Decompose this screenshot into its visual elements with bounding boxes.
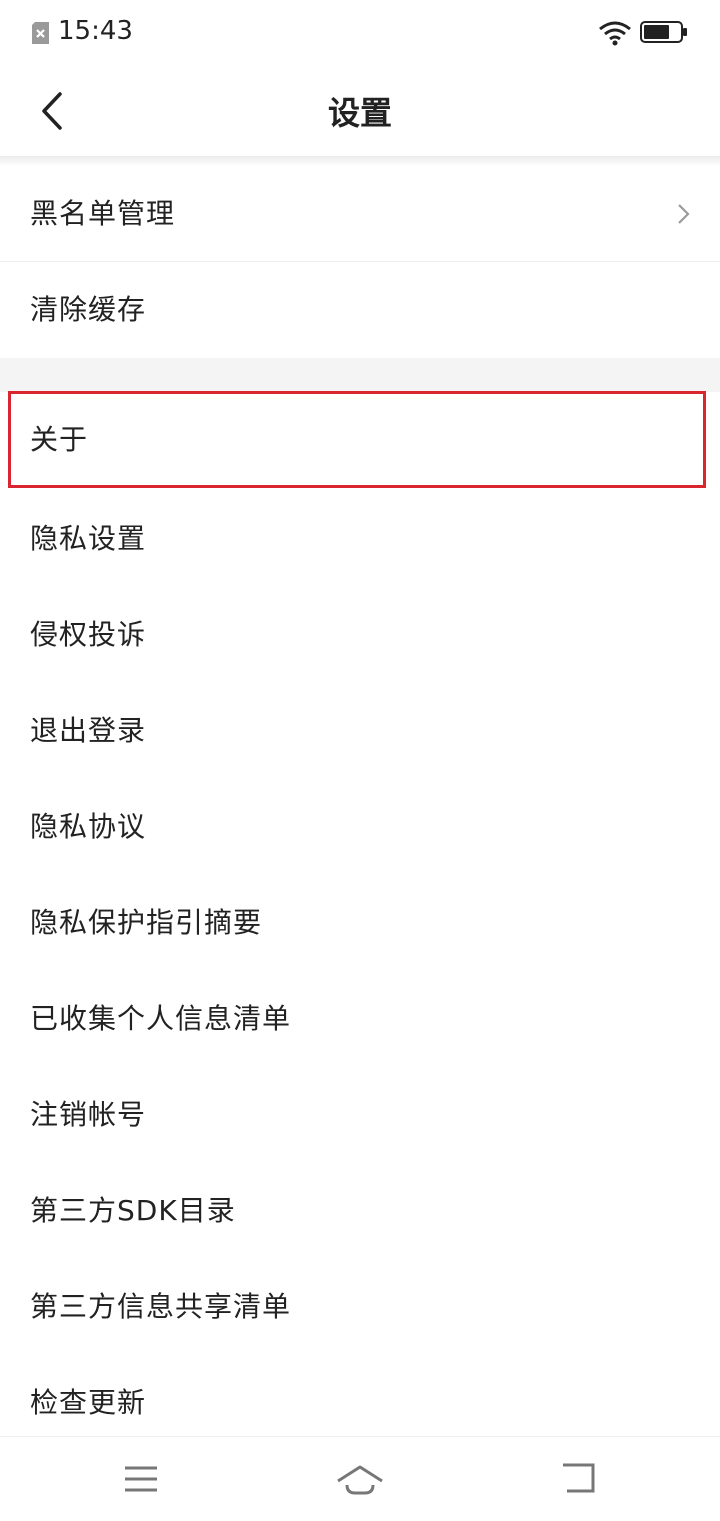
settings-item-label: 关于 [30,423,89,456]
system-nav-bar [0,1436,720,1521]
home-button[interactable] [325,1451,395,1507]
status-bar: 15:43 [0,0,720,66]
menu-button[interactable] [106,1451,176,1507]
settings-item-collected-info-list[interactable]: 已收集个人信息清单 [0,971,720,1067]
settings-item-third-party-sdk[interactable]: 第三方SDK目录 [0,1163,720,1259]
settings-item-about[interactable]: 关于 [0,392,720,488]
settings-item-label: 隐私协议 [30,810,147,843]
chevron-right-icon [678,204,690,224]
settings-item-privacy-agreement[interactable]: 隐私协议 [0,779,720,875]
settings-item-check-update[interactable]: 检查更新 [0,1355,720,1437]
settings-item-infringement-complaint[interactable]: 侵权投诉 [0,587,720,683]
settings-item-label: 隐私保护指引摘要 [30,906,263,939]
header: 设置 [0,66,720,156]
battery-icon [640,21,687,43]
page-title: 设置 [327,94,392,132]
settings-item-label: 第三方SDK目录 [30,1194,236,1227]
settings-item-label: 注销帐号 [30,1098,147,1131]
back-nav-icon [563,1463,595,1493]
settings-item-privacy-guide-summary[interactable]: 隐私保护指引摘要 [0,875,720,971]
settings-item-label: 清除缓存 [30,293,147,326]
settings-item-third-party-sharing[interactable]: 第三方信息共享清单 [0,1259,720,1355]
sim-error-icon [32,22,49,44]
back-nav-button[interactable] [545,1451,615,1507]
home-icon [337,1465,383,1495]
wifi-icon [599,21,631,46]
settings-item-clear-cache[interactable]: 清除缓存 [0,262,720,358]
settings-item-logout[interactable]: 退出登录 [0,683,720,779]
settings-item-privacy-settings[interactable]: 隐私设置 [0,491,720,587]
settings-item-cancel-account[interactable]: 注销帐号 [0,1067,720,1163]
settings-item-label: 退出登录 [30,714,147,747]
header-divider [0,156,720,166]
menu-icon [125,1466,157,1492]
settings-item-blacklist[interactable]: 黑名单管理 [0,166,720,262]
settings-item-label: 隐私设置 [30,522,147,555]
settings-item-label: 黑名单管理 [30,197,176,230]
settings-item-label: 侵权投诉 [30,618,147,651]
status-time: 15:43 [58,16,133,46]
section-gap [0,358,720,392]
settings-item-label: 第三方信息共享清单 [30,1290,292,1323]
settings-item-label: 已收集个人信息清单 [30,1002,292,1035]
